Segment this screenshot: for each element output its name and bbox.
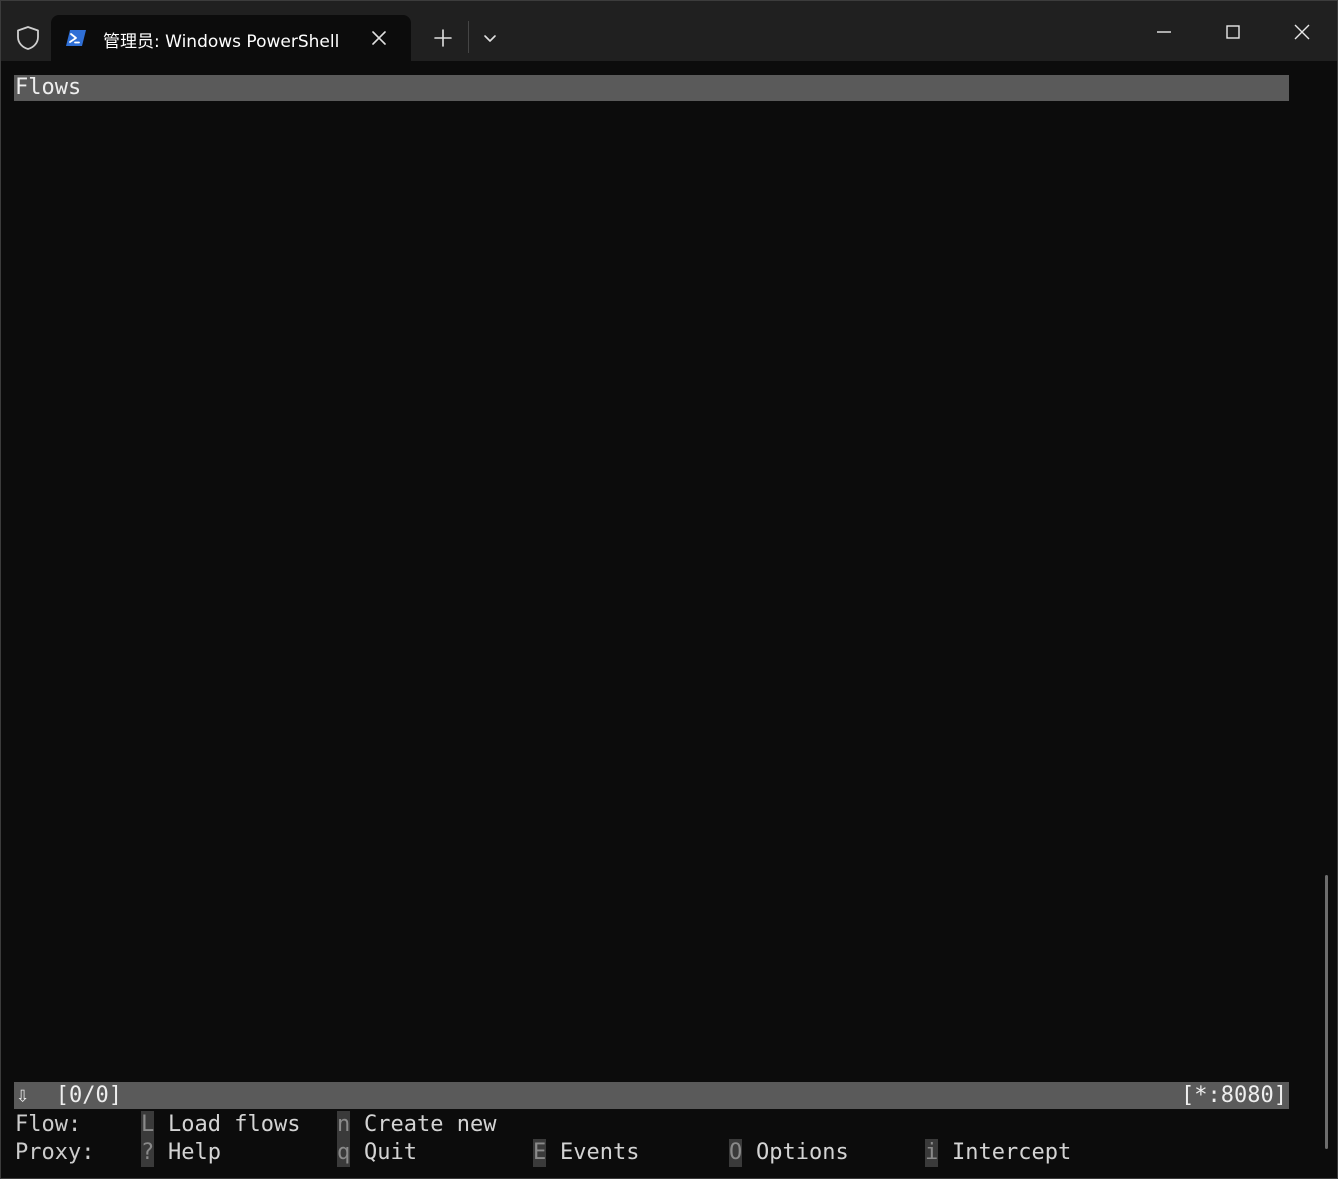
keybinding-create-new[interactable]: n Create new (337, 1111, 496, 1139)
close-tab-icon[interactable] (369, 28, 389, 48)
page-title: Flows (15, 75, 82, 100)
powershell-icon (66, 30, 86, 46)
key-hint: i (925, 1139, 939, 1167)
shield-icon (17, 26, 39, 50)
key-label: Options (756, 1140, 849, 1165)
chevron-down-icon[interactable] (479, 27, 501, 49)
key-hint: L (141, 1111, 155, 1139)
new-tab-icon[interactable] (431, 26, 455, 50)
key-label: Help (168, 1140, 221, 1165)
listen-address: [*:8080] (1181, 1083, 1287, 1108)
scrollbar-thumb[interactable] (1325, 875, 1328, 1149)
proxy-keybindings-row: Proxy: ? Help q Quit E Events O Options i Int… (1, 1139, 1301, 1167)
tab-powershell[interactable]: 管理员: Windows PowerShell (51, 15, 411, 61)
keybinding-intercept[interactable]: i Intercept (925, 1139, 1071, 1167)
key-label: Quit (364, 1140, 417, 1165)
keybinding-help[interactable]: ? Help (141, 1139, 221, 1167)
keybinding-options[interactable]: O Options (729, 1139, 849, 1167)
maximize-icon[interactable] (1216, 15, 1250, 49)
title-bar[interactable]: 管理员: Windows PowerShell (1, 1, 1337, 61)
tab-title: 管理员: Windows PowerShell (103, 32, 340, 52)
key-hint: n (337, 1111, 351, 1139)
keybinding-events[interactable]: E Events (533, 1139, 639, 1167)
terminal-window: 管理员: Windows PowerShell Flows ⇩ [0/0] [*… (0, 0, 1338, 1179)
minimize-icon[interactable] (1147, 15, 1181, 49)
key-label: Load flows (168, 1112, 301, 1137)
key-hint: E (533, 1139, 547, 1167)
flow-count: ⇩ [0/0] (16, 1083, 122, 1108)
flow-keybindings-row: Flow: L Load flows n Create new (1, 1111, 1301, 1139)
terminal-content[interactable]: Flows ⇩ [0/0] [*:8080] Flow: L Load flows… (1, 61, 1337, 1178)
keybinding-load-flows[interactable]: L Load flows (141, 1111, 300, 1139)
key-hint: O (729, 1139, 743, 1167)
flow-row-label: Flow: (15, 1112, 82, 1137)
proxy-row-label: Proxy: (15, 1140, 95, 1165)
key-label: Events (560, 1140, 640, 1165)
close-window-icon[interactable] (1285, 15, 1319, 49)
key-hint: ? (141, 1139, 155, 1167)
key-label: Intercept (952, 1140, 1072, 1165)
flows-header-bar: Flows (14, 75, 1289, 101)
status-bar: ⇩ [0/0] [*:8080] (14, 1082, 1289, 1109)
key-hint: q (337, 1139, 351, 1167)
tab-separator (468, 21, 469, 53)
key-label: Create new (364, 1112, 497, 1137)
keybinding-quit[interactable]: q Quit (337, 1139, 417, 1167)
